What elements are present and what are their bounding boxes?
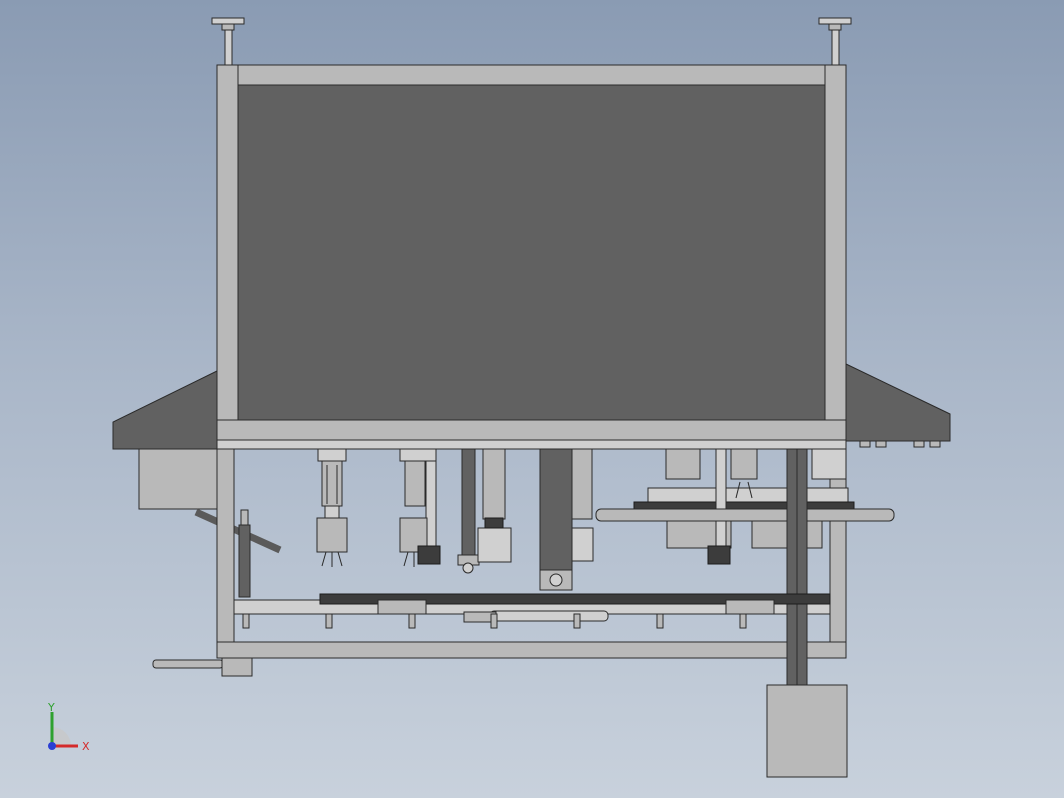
horizontal-cylinder-right bbox=[595, 508, 895, 522]
side-hood-right bbox=[845, 363, 951, 442]
hood-fasteners-right bbox=[859, 440, 941, 448]
gripper-unit-1 bbox=[316, 448, 348, 567]
triad-y-label: Y bbox=[47, 701, 55, 714]
angled-rod-left bbox=[194, 508, 282, 554]
bottom-left-cylinder bbox=[152, 657, 253, 677]
lower-frame bbox=[216, 448, 847, 659]
linear-actuator-column-3 bbox=[457, 448, 512, 574]
cad-viewport[interactable]: Y X bbox=[0, 0, 1064, 798]
top-leveling-foot-left bbox=[211, 17, 245, 66]
z-axis-icon bbox=[48, 742, 56, 750]
vertical-pipe bbox=[786, 448, 808, 686]
coordinate-triad: Y X bbox=[47, 701, 90, 753]
bottom-adjust-feet bbox=[242, 613, 747, 629]
triad-x-label: X bbox=[82, 740, 90, 753]
central-vertical-slide bbox=[539, 448, 594, 591]
side-hood-left bbox=[112, 370, 218, 450]
side-box-left bbox=[138, 448, 218, 510]
gripper-unit-2 bbox=[399, 448, 441, 567]
upper-frame bbox=[216, 64, 847, 450]
control-box bbox=[766, 684, 848, 778]
upper-enclosure-panel bbox=[237, 84, 826, 421]
vertical-cylinder-left bbox=[238, 509, 251, 598]
top-leveling-foot-right bbox=[818, 17, 852, 66]
machine-model-drawing[interactable]: Y X bbox=[0, 0, 1064, 798]
junction-box bbox=[811, 448, 847, 480]
